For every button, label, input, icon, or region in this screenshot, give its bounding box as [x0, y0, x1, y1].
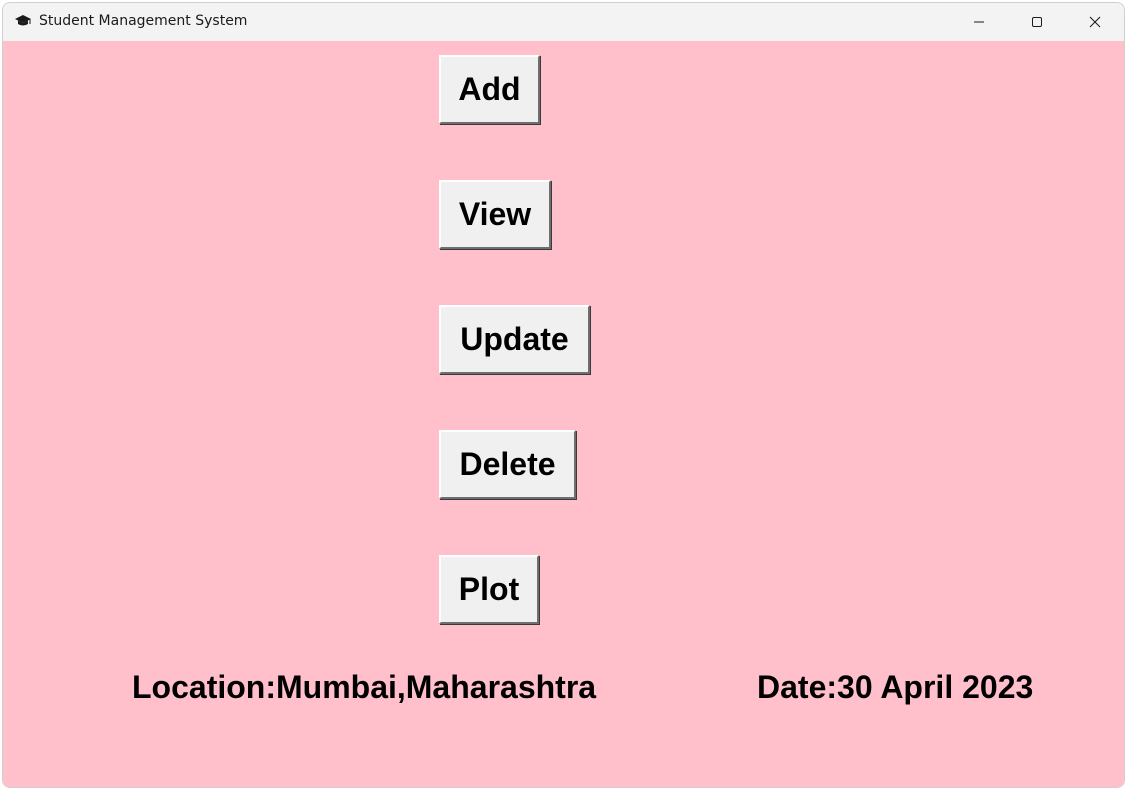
minimize-button[interactable] [950, 3, 1008, 41]
close-icon [1089, 16, 1101, 28]
window-title: Student Management System [39, 13, 248, 29]
date-label: Date:30 April 2023 [757, 669, 1034, 705]
update-button[interactable]: Update [439, 305, 590, 374]
add-button[interactable]: Add [439, 55, 540, 124]
close-button[interactable] [1066, 3, 1124, 41]
title-bar[interactable]: Student Management System [3, 3, 1124, 41]
maximize-icon [1031, 16, 1043, 28]
view-button[interactable]: View [439, 180, 551, 249]
maximize-button[interactable] [1008, 3, 1066, 41]
plot-button[interactable]: Plot [439, 555, 539, 624]
graduation-cap-icon [14, 14, 32, 28]
delete-button[interactable]: Delete [439, 430, 576, 499]
app-window: Student Management System Add View Updat… [2, 2, 1125, 788]
location-label: Location:Mumbai,Maharashtra [132, 669, 597, 705]
minimize-icon [973, 16, 985, 28]
main-panel: Add View Update Delete Plot Location:Mum… [3, 41, 1124, 787]
